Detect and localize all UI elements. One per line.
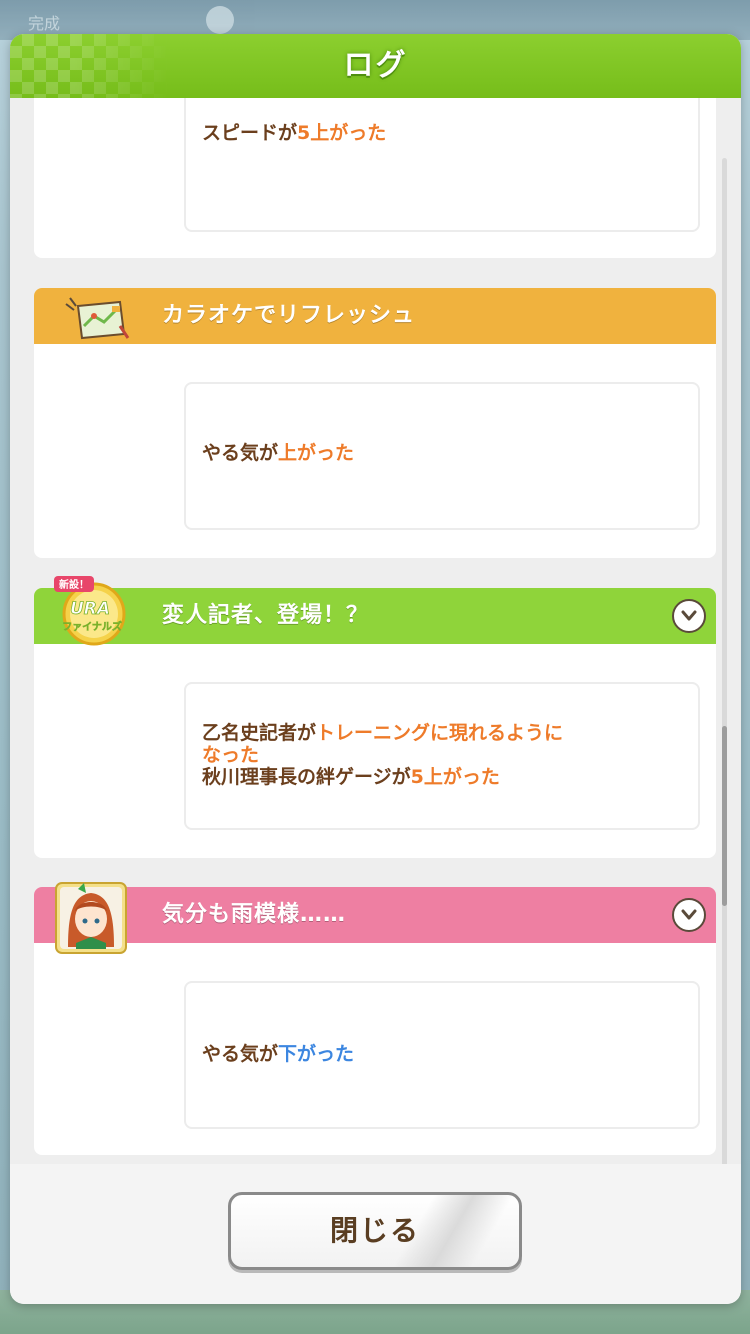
- background-label: 完成: [28, 14, 61, 33]
- scrollbar-track[interactable]: [722, 158, 727, 1188]
- expand-button[interactable]: [672, 898, 706, 932]
- badge-main-text: URA: [70, 599, 110, 619]
- log-message-line: やる気が下がった: [202, 1043, 698, 1065]
- log-message-box: やる気が下がった: [184, 981, 700, 1129]
- close-button[interactable]: 閉じる: [228, 1192, 522, 1270]
- log-highlight: なった: [202, 744, 260, 766]
- log-list[interactable]: スピードが5上がった カラオケでリフレッシュ やる気が上がった 変人記者、登場！…: [10, 98, 741, 1200]
- chevron-down-icon: [681, 610, 697, 621]
- log-message-box: やる気が上がった: [184, 382, 700, 530]
- background-icon: [206, 6, 234, 34]
- log-entry-title: 変人記者、登場！？: [162, 603, 370, 628]
- log-entry: スピードが5上がった: [34, 98, 716, 258]
- ura-finals-badge-icon: 新設！ URA ファイナルズ: [48, 574, 132, 650]
- map-icon: [64, 296, 132, 344]
- log-text: 乙名史記者が: [202, 722, 317, 744]
- log-text: 秋川理事長の絆ゲージが: [202, 766, 411, 788]
- log-entry-header[interactable]: 変人記者、登場！？: [34, 588, 716, 644]
- dialog-title: ログ: [343, 48, 408, 83]
- log-message-line: 秋川理事長の絆ゲージが5上がった: [202, 766, 698, 788]
- log-dialog: ログ スピードが5上がった カラオケでリフレッシュ やる気が上がった 変人記者、…: [10, 34, 741, 1304]
- log-message-line: 乙名史記者がトレーニングに現れるように: [202, 722, 698, 744]
- log-entry: 気分も雨模様…… やる気が下がった: [34, 882, 716, 1155]
- character-portrait-icon: [54, 881, 128, 955]
- log-message-box: スピードが5上がった: [184, 98, 700, 232]
- log-text: やる気が: [202, 442, 279, 464]
- dialog-footer: 閉じる: [10, 1164, 741, 1304]
- scrollbar-thumb[interactable]: [722, 726, 727, 906]
- log-message-line: やる気が上がった: [202, 442, 698, 464]
- log-entry-title: 気分も雨模様……: [162, 902, 347, 927]
- log-highlight: 5上がった: [297, 122, 387, 144]
- badge-sub-text: ファイナルズ: [62, 620, 122, 633]
- log-message-line: スピードが5上がった: [202, 122, 698, 144]
- log-highlight: 下がった: [278, 1043, 355, 1065]
- log-highlight: トレーニングに現れるように: [316, 722, 564, 744]
- log-text: やる気が: [202, 1043, 279, 1065]
- dialog-header: ログ: [10, 34, 741, 98]
- log-message-line: なった: [202, 744, 698, 766]
- log-entry: 変人記者、登場！？ 新設！ URA ファイナルズ 乙名史記者がトレーニングに現れ…: [34, 576, 716, 858]
- badge-top-text: 新設！: [59, 578, 89, 591]
- log-highlight: 5上がった: [410, 766, 500, 788]
- log-entry-header[interactable]: 気分も雨模様……: [34, 887, 716, 943]
- chevron-down-icon: [681, 909, 697, 920]
- log-highlight: 上がった: [278, 442, 355, 464]
- log-text: スピードが: [202, 122, 298, 144]
- expand-button[interactable]: [672, 599, 706, 633]
- log-message-box: 乙名史記者がトレーニングに現れるように なった 秋川理事長の絆ゲージが5上がった: [184, 682, 700, 830]
- close-button-label: 閉じる: [329, 1214, 420, 1247]
- log-entry-header: カラオケでリフレッシュ: [34, 288, 716, 344]
- log-entry: カラオケでリフレッシュ やる気が上がった: [34, 288, 716, 558]
- log-entry-title: カラオケでリフレッシュ: [162, 303, 416, 328]
